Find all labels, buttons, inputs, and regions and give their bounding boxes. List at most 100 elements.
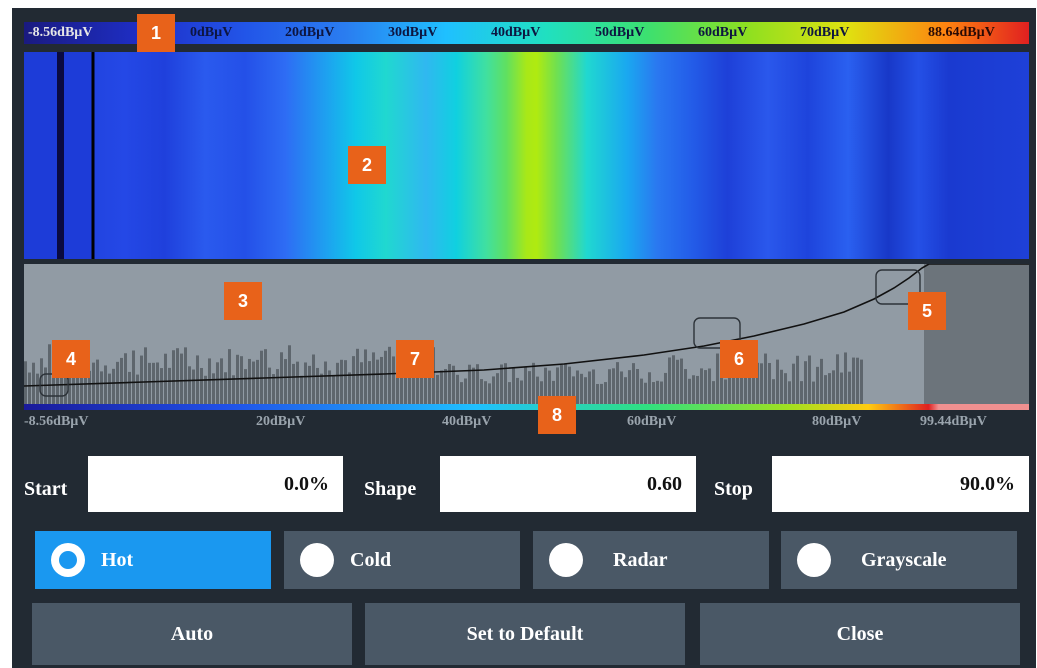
histogram-bar	[596, 383, 599, 404]
histogram-bar	[712, 381, 715, 404]
histogram-panel[interactable]	[24, 264, 1029, 404]
start-input[interactable]	[88, 456, 343, 512]
histogram-bar	[352, 356, 355, 404]
histogram-bar	[840, 372, 843, 404]
histogram-bar	[192, 369, 195, 404]
radio-grayscale[interactable]: Grayscale	[781, 531, 1017, 589]
shape-input[interactable]	[440, 456, 696, 512]
histogram-bar	[120, 357, 123, 404]
histogram-bar	[692, 375, 695, 404]
histogram-bar	[128, 371, 131, 404]
callout-5: 5	[908, 292, 946, 330]
histogram-bar	[176, 348, 179, 404]
radio-cold[interactable]: Cold	[284, 531, 520, 589]
histogram-bar	[308, 365, 311, 404]
histogram-bar	[284, 359, 287, 404]
histogram-bar	[592, 369, 595, 404]
radio-radar[interactable]: Radar	[533, 531, 769, 589]
histogram-bar	[304, 362, 307, 404]
histogram-bar	[448, 364, 451, 404]
histogram-bar	[668, 357, 671, 404]
histogram-bar	[212, 373, 215, 404]
histogram-bar	[652, 382, 655, 404]
histogram-bar	[852, 357, 855, 404]
auto-button[interactable]: Auto	[32, 603, 352, 665]
histogram-bar	[828, 373, 831, 404]
histogram-bar	[380, 356, 383, 404]
histogram-bar	[532, 362, 535, 404]
axis-label-min: -8.56dBµV	[24, 414, 89, 429]
histogram-bar	[156, 362, 159, 404]
histogram-bar	[144, 347, 147, 404]
histogram-bar	[696, 375, 699, 404]
axis-label-80: 80dBµV	[812, 414, 862, 429]
histogram-bar	[800, 381, 803, 404]
histogram-bar	[504, 363, 507, 404]
callout-3: 3	[224, 282, 262, 320]
histogram-bar	[108, 373, 111, 404]
shape-label: Shape	[364, 478, 417, 500]
histogram-bar	[528, 371, 531, 404]
histogram-axis: -8.56dBµV 20dBµV 40dBµV 60dBµV 80dBµV 99…	[24, 414, 1029, 434]
histogram-bar	[524, 366, 527, 404]
histogram-bar	[408, 374, 411, 404]
histogram-bar	[440, 370, 443, 404]
histogram-bar	[148, 362, 151, 404]
histogram-bar	[436, 374, 439, 404]
histogram-bar	[112, 368, 115, 404]
scale-label-70: 70dBµV	[800, 25, 850, 40]
histogram-bar	[820, 358, 823, 404]
spectrogram-preview	[24, 52, 1029, 259]
histogram-bar	[520, 380, 523, 404]
histogram-bar	[760, 363, 763, 404]
histogram-bar	[640, 378, 643, 404]
histogram-bar	[688, 378, 691, 404]
radio-hot[interactable]: Hot	[35, 531, 271, 589]
histogram-bar	[320, 373, 323, 404]
histogram-bar	[296, 361, 299, 404]
histogram-bar	[180, 353, 183, 404]
callout-6: 6	[720, 340, 758, 378]
histogram-bar	[164, 353, 167, 404]
stop-input[interactable]	[772, 456, 1029, 512]
histogram-bar	[288, 345, 291, 404]
histogram-bar	[788, 381, 791, 404]
histogram-bar	[160, 368, 163, 404]
radio-hot-indicator	[51, 543, 85, 577]
histogram-bar	[484, 381, 487, 404]
set-to-default-button[interactable]: Set to Default	[365, 603, 685, 665]
histogram-bar	[600, 383, 603, 404]
radio-grayscale-indicator	[797, 543, 831, 577]
histogram-bar	[608, 369, 611, 404]
histogram-color-gradient	[24, 404, 1029, 410]
axis-label-60: 60dBµV	[627, 414, 677, 429]
out-of-range-region	[924, 264, 1029, 404]
histogram-bar	[276, 369, 279, 404]
histogram-bar	[132, 350, 135, 404]
histogram-bar	[312, 354, 315, 404]
histogram-bar	[32, 362, 35, 404]
histogram-bar	[768, 362, 771, 404]
histogram-bar	[488, 383, 491, 404]
histogram-bar	[248, 358, 251, 404]
histogram-bar	[824, 375, 827, 404]
histogram-bar	[656, 380, 659, 404]
histogram-bar	[684, 369, 687, 404]
histogram-bar	[628, 370, 631, 404]
histogram-bar	[620, 371, 623, 404]
histogram-bar	[264, 349, 267, 404]
close-button[interactable]: Close	[700, 603, 1020, 665]
histogram-bar	[500, 364, 503, 404]
histogram-bar	[716, 353, 719, 404]
histogram-bar	[324, 361, 327, 404]
histogram-bar	[184, 347, 187, 404]
histogram-bar	[816, 366, 819, 404]
histogram-bar	[672, 355, 675, 404]
histogram-bar	[624, 377, 627, 404]
radio-cold-label: Cold	[350, 548, 392, 571]
histogram-bar	[244, 369, 247, 404]
histogram-bar	[784, 373, 787, 404]
histogram-bar	[680, 358, 683, 404]
histogram-bar	[24, 361, 27, 404]
callout-2: 2	[348, 146, 386, 184]
